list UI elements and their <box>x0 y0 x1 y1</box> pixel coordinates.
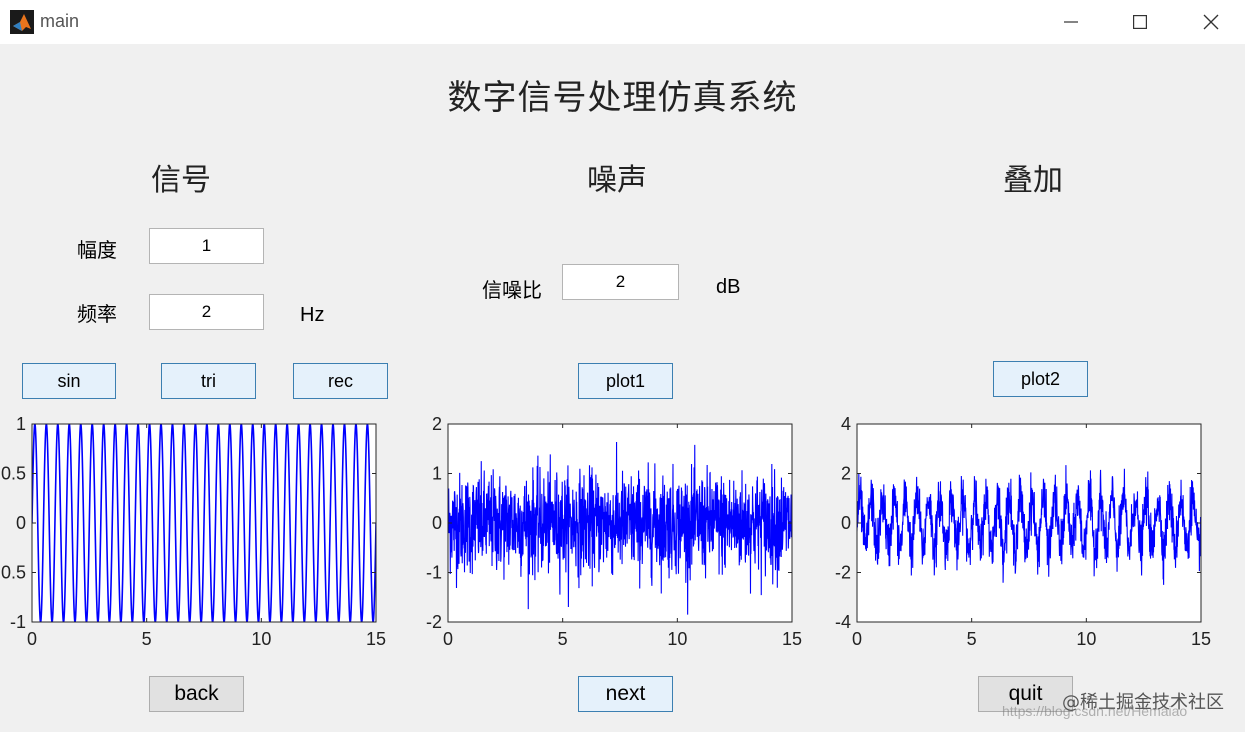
overlay-axes: 0 5 10 15 4 2 0 -2 -4 <box>835 414 1211 649</box>
amplitude-label: 幅度 <box>77 238 117 262</box>
y-tick-label: -2 <box>835 563 851 583</box>
x-tick-label: 10 <box>667 629 687 649</box>
y-tick-label: -1 <box>10 612 26 632</box>
y-tick-label: 2 <box>432 414 442 434</box>
y-tick-label: 0.5 <box>1 464 26 484</box>
y-tick-label: 0 <box>16 513 26 533</box>
overlay-heading: 叠加 <box>1003 163 1063 198</box>
window-titlebar: main <box>0 0 1245 44</box>
y-tick-label: 1 <box>432 464 442 484</box>
tri-button[interactable]: tri <box>161 363 256 399</box>
x-tick-label: 15 <box>1191 629 1211 649</box>
y-tick-label: -2 <box>426 612 442 632</box>
y-tick-label: -4 <box>835 612 851 632</box>
x-tick-label: 15 <box>366 629 386 649</box>
minimize-button[interactable] <box>1042 0 1100 44</box>
y-tick-label: 1 <box>16 414 26 434</box>
close-icon <box>1203 14 1219 30</box>
plot2-button[interactable]: plot2 <box>993 361 1088 397</box>
maximize-icon <box>1133 15 1147 29</box>
frequency-unit: Hz <box>300 304 325 326</box>
matlab-icon <box>10 10 34 34</box>
sin-button[interactable]: sin <box>22 363 116 399</box>
x-tick-label: 15 <box>782 629 802 649</box>
x-tick-label: 0 <box>443 629 453 649</box>
x-tick-label: 5 <box>142 629 152 649</box>
snr-label: 信噪比 <box>482 278 542 302</box>
back-button[interactable]: back <box>149 676 244 712</box>
x-tick-label: 5 <box>967 629 977 649</box>
x-tick-label: 10 <box>1076 629 1096 649</box>
maximize-button[interactable] <box>1111 0 1169 44</box>
signal-heading: 信号 <box>151 163 211 198</box>
x-tick-label: 5 <box>558 629 568 649</box>
y-tick-label: 4 <box>841 414 851 434</box>
minimize-icon <box>1064 21 1078 23</box>
close-window-button[interactable] <box>1182 0 1240 44</box>
rec-button[interactable]: rec <box>293 363 388 399</box>
watermark-brand: @稀土掘金技术社区 <box>1062 692 1224 713</box>
window-title: main <box>40 11 80 31</box>
y-tick-label: 0.5 <box>1 563 26 583</box>
x-tick-label: 0 <box>852 629 862 649</box>
snr-input[interactable] <box>562 264 679 300</box>
frequency-label: 频率 <box>77 302 117 326</box>
amplitude-input[interactable] <box>149 228 264 264</box>
signal-axes: 0 5 10 15 1 0.5 0 0.5 -1 <box>1 414 386 649</box>
noise-axes: 0 5 10 15210-1-2 <box>426 414 802 649</box>
y-tick-label: 0 <box>841 513 851 533</box>
y-tick-label: 2 <box>841 464 851 484</box>
x-tick-label: 10 <box>251 629 271 649</box>
y-tick-label: 0 <box>432 513 442 533</box>
x-tick-label: 0 <box>27 629 37 649</box>
plot1-button[interactable]: plot1 <box>578 363 673 399</box>
next-button[interactable]: next <box>578 676 673 712</box>
y-tick-label: -1 <box>426 563 442 583</box>
page-title: 数字信号处理仿真系统 <box>447 78 798 118</box>
snr-unit: dB <box>716 276 741 298</box>
frequency-input[interactable] <box>149 294 264 330</box>
noise-heading: 噪声 <box>587 163 647 198</box>
